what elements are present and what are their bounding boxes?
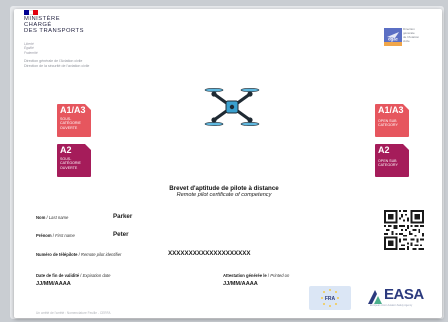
category-subtitle-line: CATEGORY xyxy=(378,163,398,168)
dsac-direction-line: Direction de la sécurité de l'aviation c… xyxy=(24,64,90,68)
category-badge-a2-fr: A2 SOUS- CATÉGORIE OUVERTE xyxy=(57,144,91,177)
dgac-logo-text-line: civile xyxy=(403,39,410,43)
footer-text: Un arrêté de l'arrêté : Nomenclature Feu… xyxy=(36,311,111,315)
label-fr: Date de fin de validité xyxy=(36,273,80,278)
corner-fold-icon xyxy=(85,104,91,110)
expiration-date-label: Date de fin de validité / Expiration dat… xyxy=(36,273,111,278)
first-name-value: Peter xyxy=(113,231,129,238)
category-subtitle: OPEN SUB CATEGORY xyxy=(378,159,406,168)
pilot-id-label: Numéro de télépilote / Remote pilot iden… xyxy=(36,252,122,257)
pilot-id-value: XXXXXXXXXXXXXXXXXXXX xyxy=(168,250,251,257)
fra-badge-label: FRA xyxy=(325,296,336,302)
category-badge-a2-en: A2 OPEN SUB CATEGORY xyxy=(375,144,409,177)
qr-code-icon xyxy=(384,210,424,250)
category-code: A1/A3 xyxy=(60,105,86,115)
fra-badge-icon: FRA xyxy=(309,286,351,310)
drone-icon xyxy=(204,88,260,126)
certificate-title-en: Remote pilot certificate of competency xyxy=(176,192,272,198)
easa-logo-icon xyxy=(368,290,382,304)
label-en: First name xyxy=(55,233,75,238)
dgac-logo-label: dgac xyxy=(388,37,398,42)
label-en: Remote pilot identifier xyxy=(80,252,122,257)
dgac-logo-icon: dgac xyxy=(384,28,402,46)
republic-motto: Liberté Égalité Fraternité xyxy=(24,42,38,55)
corner-fold-icon xyxy=(403,104,409,110)
expiration-date-value: JJ/MM/AAAA xyxy=(36,281,71,287)
label-fr: Prénom xyxy=(36,233,52,238)
label-en: Last name xyxy=(48,215,69,220)
label-fr: Nom xyxy=(36,215,46,220)
category-subtitle-line: OUVERTE xyxy=(60,165,78,170)
label-fr: Numéro de télépilote xyxy=(36,252,78,257)
category-subtitle-line: CATEGORY xyxy=(378,123,398,128)
category-subtitle: SOUS- CATÉGORIE OUVERTE xyxy=(60,117,88,130)
motto-line: Fraternité xyxy=(24,50,38,55)
easa-subtitle: European Union Aviation Safety Agency xyxy=(370,304,413,307)
easa-logo-text: EASA xyxy=(384,286,424,303)
last-name-label: Nom / Last name xyxy=(36,215,69,220)
last-name-value: Parker xyxy=(113,213,133,220)
dgac-logo-text: Direction générale de l'Aviation civile xyxy=(403,27,433,43)
category-code: A2 xyxy=(378,145,390,155)
printed-on-value: JJ/MM/AAAA xyxy=(223,281,258,287)
first-name-label: Prénom / First name xyxy=(36,233,75,238)
category-subtitle: OPEN SUB CATEGORY xyxy=(378,119,406,128)
certificate-title-fr: Brevet d'aptitude de pilote à distance xyxy=(169,185,279,192)
dgac-direction-line: Direction générale de l'Aviation civile xyxy=(24,59,83,63)
corner-fold-icon xyxy=(85,144,91,150)
label-fr: Attestation générée le xyxy=(223,273,267,278)
french-flag-icon xyxy=(24,10,39,15)
ministry-name-line: DES TRANSPORTS xyxy=(24,27,84,34)
category-code: A1/A3 xyxy=(378,105,404,115)
label-en: Expiration date xyxy=(82,273,111,278)
category-subtitle: SOUS- CATÉGORIE OUVERTE xyxy=(60,157,88,170)
category-badge-a1a3-en: A1/A3 OPEN SUB CATEGORY xyxy=(375,104,409,137)
category-badge-a1a3-fr: A1/A3 SOUS- CATÉGORIE OUVERTE xyxy=(57,104,91,137)
label-en: Printed on xyxy=(270,273,290,278)
ministry-name: MINISTÈRE CHARGÉ DES TRANSPORTS xyxy=(24,16,114,34)
printed-on-label: Attestation générée le / Printed on xyxy=(223,273,290,278)
category-subtitle-line: OUVERTE xyxy=(60,125,78,130)
category-code: A2 xyxy=(60,145,72,155)
corner-fold-icon xyxy=(403,144,409,150)
